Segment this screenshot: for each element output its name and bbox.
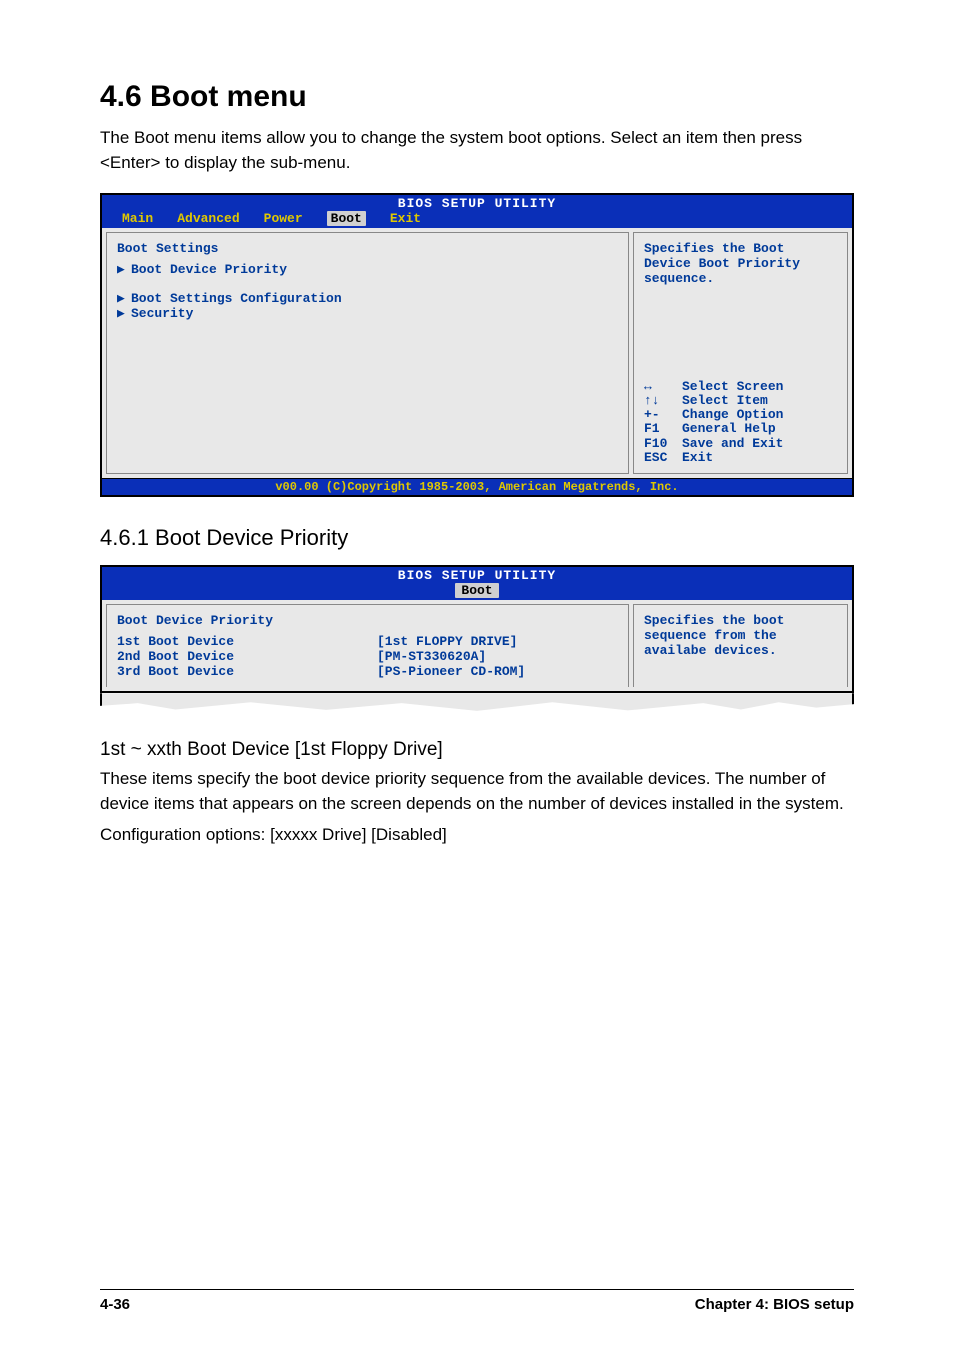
key-action: Select Screen	[682, 380, 783, 394]
key-action: Exit	[682, 451, 713, 465]
key-action: Save and Exit	[682, 437, 783, 451]
bios-title: BIOS SETUP UTILITY	[102, 568, 852, 583]
item-config-options: Configuration options: [xxxxx Drive] [Di…	[100, 823, 854, 848]
section-intro: The Boot menu items allow you to change …	[100, 126, 854, 175]
key-label: ↑↓	[644, 394, 672, 408]
key-label: F10	[644, 437, 672, 451]
bios-right-pane: Specifies the Boot Device Boot Priority …	[633, 232, 848, 474]
key-label: +-	[644, 408, 672, 422]
triangle-right-icon: ▶	[117, 306, 131, 321]
bios-title: BIOS SETUP UTILITY	[102, 196, 852, 211]
bios-device-label: 1st Boot Device	[117, 634, 377, 649]
bios-tab-boot[interactable]: Boot	[455, 583, 498, 598]
bios-left-heading: Boot Settings	[117, 241, 618, 256]
bios-right-pane: Specifies the boot sequence from the ava…	[633, 604, 848, 687]
help-row: ↔ Select Screen	[644, 380, 837, 394]
bios-header: BIOS SETUP UTILITY Main Advanced Power B…	[102, 193, 852, 228]
torn-edge-icon	[100, 693, 854, 711]
bios-menu-item-security[interactable]: ▶ Security	[117, 306, 618, 321]
bios-boot-device-2[interactable]: 2nd Boot Device [PM-ST330620A]	[117, 649, 618, 664]
bios-left-pane: Boot Settings ▶ Boot Device Priority ▶ B…	[106, 232, 629, 474]
bios-body: Boot Device Priority 1st Boot Device [1s…	[102, 600, 852, 691]
bios-boot-device-3[interactable]: 3rd Boot Device [PS-Pioneer CD-ROM]	[117, 664, 618, 679]
bios-device-label: 2nd Boot Device	[117, 649, 377, 664]
bios-tab-power[interactable]: Power	[264, 211, 303, 226]
bios-menu-item-boot-device-priority[interactable]: ▶ Boot Device Priority	[117, 262, 618, 277]
bios-left-heading: Boot Device Priority	[117, 613, 618, 628]
help-row: ↑↓ Select Item	[644, 394, 837, 408]
bios-boot-device-1[interactable]: 1st Boot Device [1st FLOPPY DRIVE]	[117, 634, 618, 649]
bios-tab-exit[interactable]: Exit	[390, 211, 421, 226]
item-title: 1st ~ xxth Boot Device [1st Floppy Drive…	[100, 739, 854, 761]
bios-menu-item-label: Security	[131, 306, 193, 321]
bios-menu-item-label: Boot Settings Configuration	[131, 291, 342, 306]
triangle-right-icon: ▶	[117, 291, 131, 306]
bios-header: BIOS SETUP UTILITY Boot	[102, 565, 852, 600]
subsection-title: 4.6.1 Boot Device Priority	[100, 525, 854, 551]
chapter-label: Chapter 4: BIOS setup	[695, 1296, 854, 1313]
key-label: F1	[644, 422, 672, 436]
bios-menu-item-boot-settings-config[interactable]: ▶ Boot Settings Configuration	[117, 291, 618, 306]
bios-panel-boot-device-priority: BIOS SETUP UTILITY Boot Boot Device Prio…	[100, 565, 854, 693]
document-page: 4.6 Boot menu The Boot menu items allow …	[0, 0, 954, 1351]
triangle-right-icon: ▶	[117, 262, 131, 277]
key-action: Change Option	[682, 408, 783, 422]
bios-left-pane: Boot Device Priority 1st Boot Device [1s…	[106, 604, 629, 687]
key-label: ESC	[644, 451, 672, 465]
help-row: F1 General Help	[644, 422, 837, 436]
page-number: 4-36	[100, 1296, 130, 1313]
bios-body: Boot Settings ▶ Boot Device Priority ▶ B…	[102, 228, 852, 478]
key-label: ↔	[644, 380, 672, 394]
bios-tab-boot[interactable]: Boot	[327, 211, 366, 226]
item-paragraph: These items specify the boot device prio…	[100, 767, 854, 816]
help-row: +- Change Option	[644, 408, 837, 422]
bios-panel-boot-menu: BIOS SETUP UTILITY Main Advanced Power B…	[100, 193, 854, 497]
bios-help-text: Specifies the boot sequence from the ava…	[644, 613, 837, 658]
bios-tabs: Main Advanced Power Boot Exit	[102, 211, 852, 228]
bios-help-text: Specifies the Boot Device Boot Priority …	[644, 241, 837, 286]
bios-tab-advanced[interactable]: Advanced	[177, 211, 239, 226]
bios-help-keys: ↔ Select Screen ↑↓ Select Item +- Change Op…	[644, 380, 837, 466]
bios-device-label: 3rd Boot Device	[117, 664, 377, 679]
bios-tab-main[interactable]: Main	[122, 211, 153, 226]
bios-device-value: [PS-Pioneer CD-ROM]	[377, 664, 525, 679]
bios-device-value: [1st FLOPPY DRIVE]	[377, 634, 517, 649]
key-action: Select Item	[682, 394, 768, 408]
page-footer: 4-36 Chapter 4: BIOS setup	[100, 1289, 854, 1313]
section-title: 4.6 Boot menu	[100, 80, 854, 114]
help-row: F10 Save and Exit	[644, 437, 837, 451]
bios-menu-item-label: Boot Device Priority	[131, 262, 287, 277]
key-action: General Help	[682, 422, 776, 436]
help-row: ESC Exit	[644, 451, 837, 465]
bios-device-value: [PM-ST330620A]	[377, 649, 486, 664]
bios-footer: v00.00 (C)Copyright 1985-2003, American …	[102, 478, 852, 495]
